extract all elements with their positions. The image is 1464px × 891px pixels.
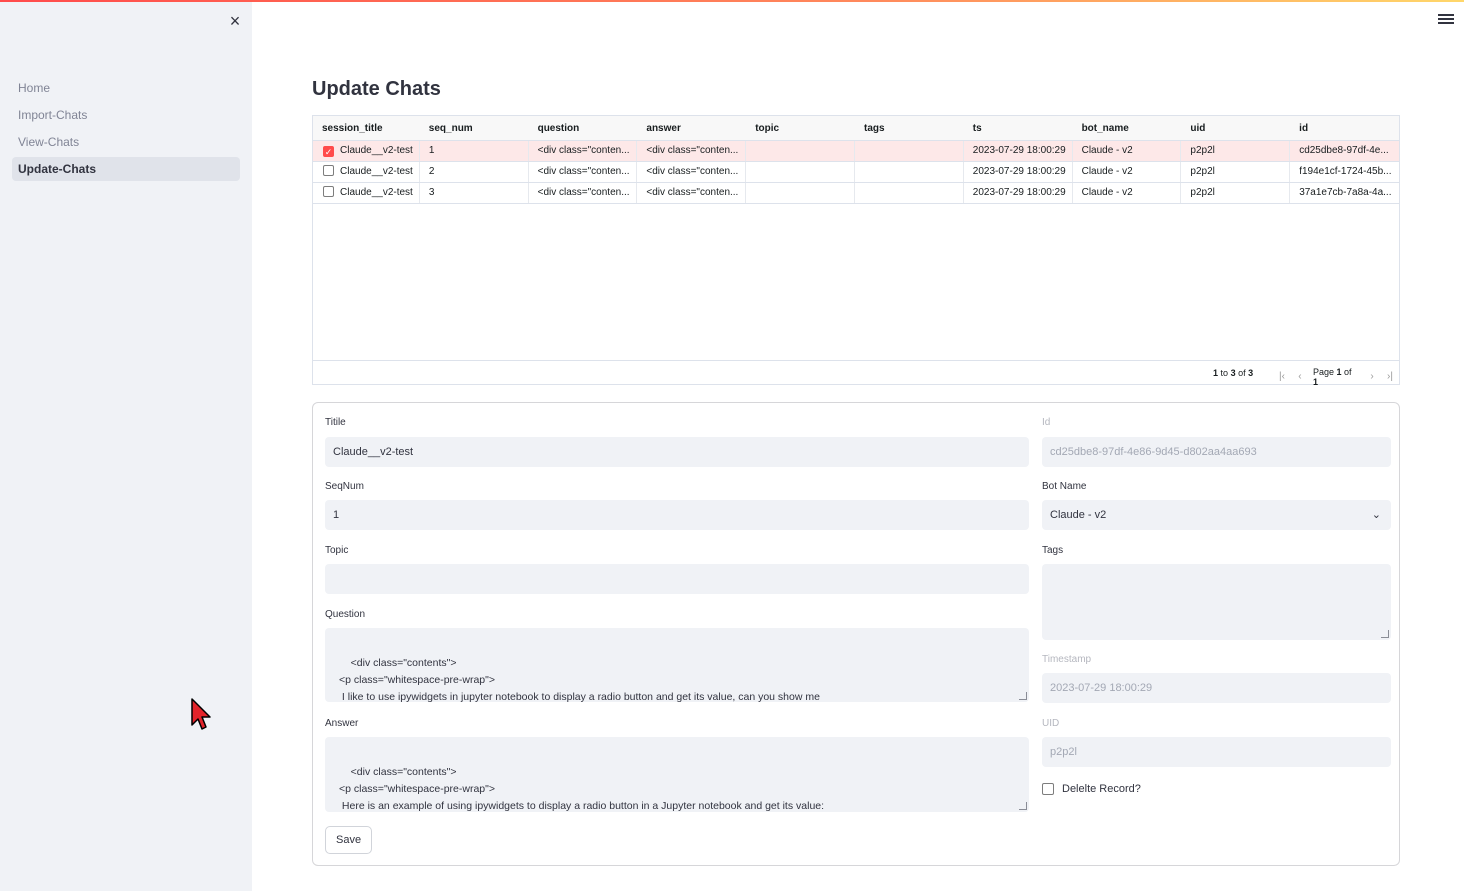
answer-label: Answer (325, 718, 359, 729)
uid-input: p2p2l (1042, 737, 1391, 767)
botname-selected-value: Claude - v2 (1050, 509, 1107, 521)
column-header-answer[interactable]: answer (637, 116, 746, 140)
table-cell[interactable]: Claude__v2-test (313, 183, 420, 203)
delete-record-checkbox[interactable] (1042, 783, 1054, 795)
chevron-down-icon: ⌄ (1371, 509, 1381, 521)
column-header-topic[interactable]: topic (746, 116, 855, 140)
table-cell[interactable]: p2p2l (1181, 162, 1291, 182)
save-button[interactable]: Save (325, 826, 373, 854)
table-cell[interactable]: <div class="conten... (529, 183, 638, 203)
row-count-summary: 1 to 3 of 3 (1213, 368, 1254, 378)
resize-handle-icon[interactable] (1019, 692, 1027, 700)
last-page-icon[interactable]: ›| (1383, 371, 1397, 383)
table-cell[interactable]: 2023-07-29 18:00:29 (964, 183, 1073, 203)
sidebar: × Home Import-Chats View-Chats Update-Ch… (0, 2, 252, 891)
seqnum-input[interactable]: 1 (325, 500, 1029, 530)
table-cell[interactable]: ✓ Claude__v2-test (313, 141, 420, 161)
tags-label: Tags (1042, 545, 1064, 556)
table-cell[interactable] (746, 141, 855, 161)
page-title: Update Chats (312, 78, 441, 100)
title-label: Titile (325, 417, 346, 428)
column-header-uid[interactable]: uid (1181, 116, 1290, 140)
uid-label: UID (1042, 718, 1060, 729)
sidebar-item-home[interactable]: Home (12, 76, 240, 100)
table-cell[interactable] (746, 162, 855, 182)
sidebar-nav: Home Import-Chats View-Chats Update-Chat… (12, 76, 240, 184)
table-cell[interactable]: 2 (420, 162, 529, 182)
table-cell[interactable]: 2023-07-29 18:00:29 (964, 162, 1073, 182)
question-textarea[interactable]: <div class="contents"> <p class="whitesp… (325, 628, 1029, 702)
botname-label: Bot Name (1042, 481, 1087, 492)
question-text: <div class="contents"> <p class="whitesp… (339, 657, 820, 702)
resize-handle-icon[interactable] (1019, 802, 1027, 810)
table-cell[interactable]: Claude - v2 (1073, 141, 1182, 161)
column-header-seq-num[interactable]: seq_num (420, 116, 529, 140)
table-cell[interactable] (855, 183, 964, 203)
table-cell[interactable]: 3 (420, 183, 529, 203)
column-header-bot-name[interactable]: bot_name (1073, 116, 1182, 140)
seqnum-label: SeqNum (325, 481, 364, 492)
table-cell[interactable]: p2p2l (1181, 141, 1291, 161)
next-page-icon[interactable]: › (1365, 371, 1379, 383)
sidebar-item-import-chats[interactable]: Import-Chats (12, 103, 240, 127)
question-label: Question (325, 609, 366, 620)
column-header-id[interactable]: id (1290, 116, 1399, 140)
table-cell[interactable]: <div class="conten... (637, 141, 747, 161)
sidebar-item-view-chats[interactable]: View-Chats (12, 130, 240, 154)
table-cell[interactable] (855, 162, 964, 182)
topic-label: Topic (325, 545, 349, 556)
id-label: Id (1042, 417, 1051, 428)
table-cell[interactable]: Claude - v2 (1073, 183, 1182, 203)
table-cell[interactable]: 1 (420, 141, 529, 161)
column-header-ts[interactable]: ts (964, 116, 1073, 140)
update-chat-form: Titile Claude__v2-test SeqNum 1 Topic Qu… (312, 402, 1400, 866)
table-cell[interactable]: <div class="conten... (529, 162, 638, 182)
title-input[interactable]: Claude__v2-test (325, 437, 1029, 467)
row-select-checkbox[interactable] (323, 186, 334, 197)
answer-textarea[interactable]: <div class="contents"> <p class="whitesp… (325, 737, 1029, 812)
id-input: cd25dbe8-97df-4e86-9d45-d802aa4aa693 (1042, 437, 1391, 467)
table-cell[interactable]: f194e1cf-1724-45b... (1290, 162, 1399, 182)
page-indicator: Page 1 of 1 (1312, 367, 1352, 387)
table-cell[interactable]: Claude - v2 (1073, 162, 1182, 182)
table-cell[interactable]: <div class="conten... (529, 141, 638, 161)
timestamp-input: 2023-07-29 18:00:29 (1042, 673, 1391, 703)
main-menu-icon[interactable] (1438, 12, 1454, 26)
table-cell[interactable]: 37a1e7cb-7a8a-4a... (1290, 183, 1399, 203)
table-cell[interactable]: p2p2l (1181, 183, 1291, 203)
answer-text: <div class="contents"> <p class="whitesp… (339, 766, 825, 812)
table-row[interactable]: Claude__v2-test 2 <div class="conten... … (313, 162, 1399, 183)
table-cell[interactable] (746, 183, 855, 203)
column-header-tags[interactable]: tags (855, 116, 964, 140)
table-cell[interactable]: <div class="conten... (637, 162, 747, 182)
table-cell[interactable]: <div class="conten... (637, 183, 747, 203)
column-header-question[interactable]: question (529, 116, 638, 140)
column-header-session-title[interactable]: session_title (313, 116, 420, 140)
tags-textarea[interactable] (1042, 564, 1391, 640)
first-page-icon[interactable]: |‹ (1275, 371, 1289, 383)
table-row[interactable]: Claude__v2-test 3 <div class="conten... … (313, 183, 1399, 204)
mouse-cursor-icon (191, 698, 211, 730)
resize-handle-icon[interactable] (1381, 630, 1389, 638)
grid-header: session_title seq_num question answer to… (313, 116, 1399, 141)
close-sidebar-icon[interactable]: × (226, 12, 244, 30)
table-cell[interactable] (855, 141, 964, 161)
pagination-controls: |‹ ‹ Page 1 of 1 › ›| (1273, 367, 1399, 387)
previous-page-icon[interactable]: ‹ (1293, 371, 1307, 383)
row-select-checkbox[interactable]: ✓ (323, 146, 334, 157)
table-row[interactable]: ✓ Claude__v2-test 1 <div class="conten...… (313, 141, 1399, 162)
timestamp-label: Timestamp (1042, 654, 1092, 665)
table-cell[interactable]: 2023-07-29 18:00:29 (964, 141, 1073, 161)
delete-record-label[interactable]: Delelte Record? (1062, 783, 1141, 795)
sidebar-item-update-chats[interactable]: Update-Chats (12, 157, 240, 181)
chats-grid: session_title seq_num question answer to… (312, 115, 1400, 387)
row-select-checkbox[interactable] (323, 165, 334, 176)
table-cell[interactable]: Claude__v2-test (313, 162, 420, 182)
grid-pagination: 1 to 3 of 3 |‹ ‹ Page 1 of 1 › ›| (313, 360, 1399, 387)
botname-select[interactable]: Claude - v2 ⌄ (1042, 500, 1391, 530)
table-cell[interactable]: cd25dbe8-97df-4e... (1290, 141, 1399, 161)
topic-input[interactable] (325, 564, 1029, 594)
